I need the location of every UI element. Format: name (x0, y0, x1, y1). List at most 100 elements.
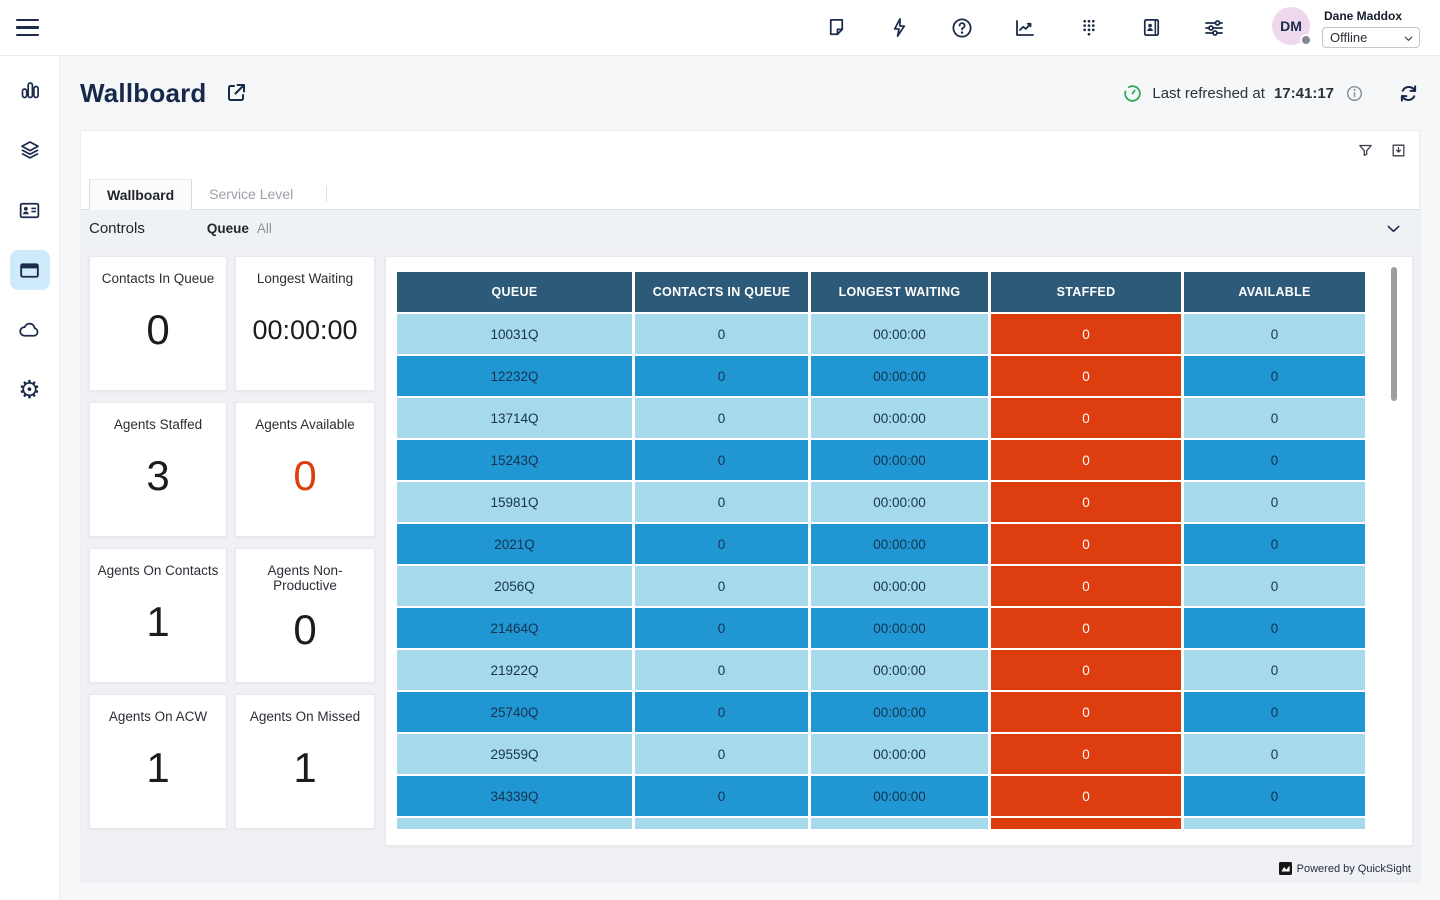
sidebar-item-wallboard[interactable] (10, 250, 50, 290)
table-cell: 0 (991, 356, 1181, 396)
table-cell: 13714Q (397, 398, 632, 438)
quicksight-logo-icon (1279, 862, 1292, 875)
note-button[interactable] (823, 15, 849, 41)
kpi-agents-staffed: Agents Staffed 3 (89, 402, 227, 537)
refresh-label: Last refreshed at (1152, 85, 1265, 102)
table-cell (635, 818, 808, 829)
sidebar-item-contacts[interactable] (10, 190, 50, 230)
lightning-button[interactable] (886, 15, 912, 41)
info-icon (1345, 84, 1364, 103)
table-cell: 0 (991, 650, 1181, 690)
directory-icon (1140, 16, 1163, 39)
refresh-button[interactable] (1397, 82, 1420, 105)
sidebar-item-cloud[interactable] (10, 310, 50, 350)
table-cell: 00:00:00 (811, 398, 988, 438)
menu-icon[interactable] (16, 13, 46, 43)
kpi-value: 0 (146, 286, 169, 390)
kpi-title: Agents On Contacts (94, 563, 223, 578)
controls-collapse-button[interactable] (1384, 219, 1403, 238)
tab-wallboard[interactable]: Wallboard (89, 179, 192, 210)
table-cell: 0 (1184, 650, 1365, 690)
table-cell: 00:00:00 (811, 524, 988, 564)
table-row: 13714Q000:00:0000 (397, 398, 1365, 438)
sidebar-item-settings[interactable]: ⚙ (10, 370, 50, 410)
kpi-grid: Contacts In Queue 0 Longest Waiting 00:0… (89, 256, 375, 829)
directory-button[interactable] (1138, 15, 1164, 41)
table-cell: 0 (1184, 440, 1365, 480)
open-in-new-window-button[interactable] (224, 81, 248, 105)
wallboard-window-icon (17, 258, 42, 283)
sidebar-item-layers[interactable] (10, 130, 50, 170)
table-cell: 0 (991, 440, 1181, 480)
powered-by-quicksight-link[interactable]: Powered by QuickSight (1279, 862, 1411, 875)
table-scrollbar-thumb[interactable] (1391, 267, 1397, 401)
kpi-value: 00:00:00 (252, 286, 357, 390)
table-cell: 00:00:00 (811, 776, 988, 816)
table-cell: 21464Q (397, 608, 632, 648)
topbar-actions: DM Dane Maddox Offline (823, 7, 1440, 48)
table-cell: 0 (991, 314, 1181, 354)
table-cell: 00:00:00 (811, 314, 988, 354)
table-cell: 0 (1184, 398, 1365, 438)
table-cell: 2056Q (397, 566, 632, 606)
table-cell: 0 (1184, 566, 1365, 606)
sidebar: ⚙ (0, 56, 60, 900)
info-button[interactable] (1345, 84, 1364, 103)
table-row: 21922Q000:00:0000 (397, 650, 1365, 690)
metrics-button[interactable] (1012, 15, 1038, 41)
tab-label: Wallboard (107, 187, 174, 203)
table-cell: 00:00:00 (811, 734, 988, 774)
table-cell: 0 (635, 524, 808, 564)
card-toolbar (1357, 142, 1407, 159)
table-column-header: CONTACTS IN QUEUE (635, 272, 808, 312)
help-icon (950, 16, 974, 40)
kpi-longest-waiting: Longest Waiting 00:00:00 (235, 256, 375, 391)
refresh-status: Last refreshed at 17:41:17 (1122, 82, 1420, 105)
user-name: Dane Maddox (1324, 9, 1420, 23)
controls-bar: Controls Queue All (81, 210, 1419, 246)
queue-table-viewport: QUEUECONTACTS IN QUEUELONGEST WAITINGSTA… (394, 270, 1368, 829)
table-cell: 0 (1184, 524, 1365, 564)
tab-bar: Wallboard Service Level (81, 179, 1419, 210)
table-cell: 0 (635, 314, 808, 354)
table-row (397, 818, 1365, 829)
table-cell: 0 (635, 398, 808, 438)
tab-service-level[interactable]: Service Level (192, 179, 310, 209)
queue-table: QUEUECONTACTS IN QUEUELONGEST WAITINGSTA… (394, 270, 1368, 829)
table-cell: 0 (635, 356, 808, 396)
export-icon (1390, 142, 1407, 159)
table-cell (397, 818, 632, 829)
kpi-value: 1 (293, 724, 316, 828)
dashboard-sheet: Contacts In Queue 0 Longest Waiting 00:0… (81, 246, 1419, 880)
table-cell: 0 (635, 692, 808, 732)
table-header-row: QUEUECONTACTS IN QUEUELONGEST WAITINGSTA… (397, 272, 1365, 312)
cloud-icon (17, 318, 42, 343)
table-cell: 0 (991, 524, 1181, 564)
table-row: 29559Q000:00:0000 (397, 734, 1365, 774)
kpi-agents-on-missed: Agents On Missed 1 (235, 694, 375, 829)
kpi-agents-on-acw: Agents On ACW 1 (89, 694, 227, 829)
kpi-value: 0 (293, 432, 316, 536)
table-cell: 12232Q (397, 356, 632, 396)
export-button[interactable] (1390, 142, 1407, 159)
filter-button[interactable] (1357, 142, 1374, 159)
sidebar-item-metrics[interactable] (10, 70, 50, 110)
table-row: 2021Q000:00:0000 (397, 524, 1365, 564)
bar-chart-icon (18, 78, 42, 102)
table-row: 2056Q000:00:0000 (397, 566, 1365, 606)
kpi-title: Longest Waiting (253, 271, 357, 286)
avatar[interactable]: DM (1272, 7, 1310, 45)
table-cell: 0 (991, 776, 1181, 816)
dialpad-button[interactable] (1075, 15, 1101, 41)
dashboard-card: Wallboard Service Level Controls Queue A… (80, 130, 1420, 881)
preferences-button[interactable] (1201, 15, 1227, 41)
kpi-agents-non-productive: Agents Non-Productive 0 (235, 548, 375, 683)
tab-divider (326, 186, 327, 202)
table-cell: 0 (991, 692, 1181, 732)
queue-filter-value[interactable]: All (257, 221, 272, 236)
table-column-header: LONGEST WAITING (811, 272, 988, 312)
status-select[interactable]: Offline (1322, 27, 1420, 48)
metrics-icon (1013, 16, 1037, 40)
chevron-down-icon (1384, 219, 1403, 238)
help-button[interactable] (949, 15, 975, 41)
